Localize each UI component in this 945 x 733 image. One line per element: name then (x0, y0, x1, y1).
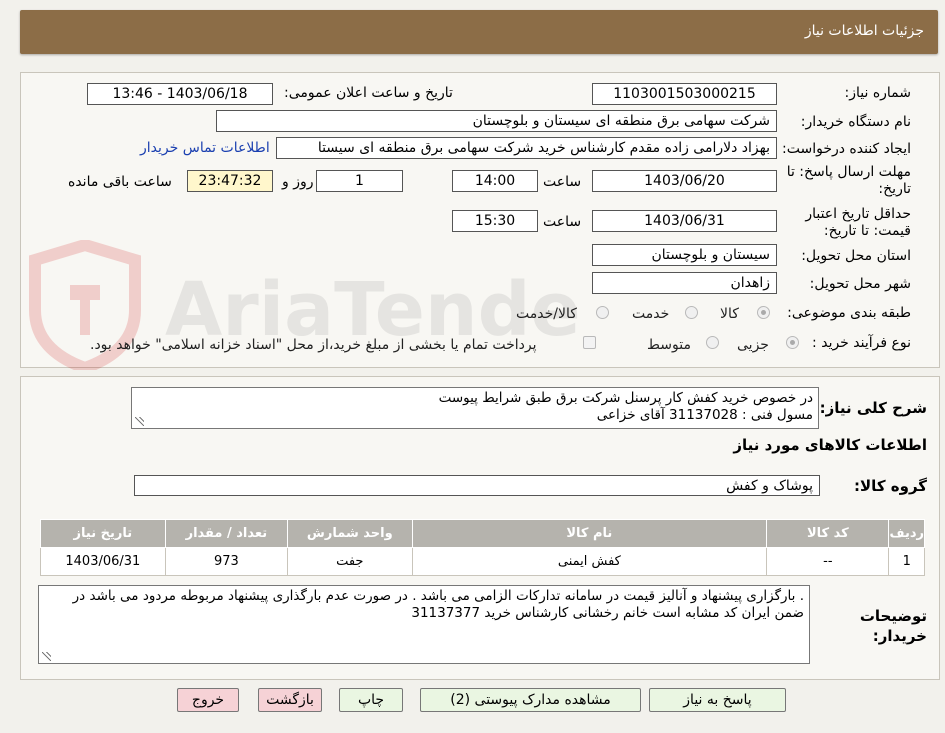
validity-time-field: 15:30 (452, 210, 538, 232)
table-row: 1 -- کفش ایمنی جفت 973 1403/06/31 (40, 547, 925, 576)
exit-button[interactable]: خروج (177, 688, 239, 712)
category-service-radio[interactable] (685, 306, 698, 319)
process-minor-label: جزیی (737, 337, 769, 353)
category-service-label: خدمت (632, 306, 670, 322)
cell-row: 1 (888, 547, 925, 576)
col-date: تاریخ نیاز (40, 519, 166, 548)
goods-section-title: اطلاعات کالاهای مورد نیاز (733, 436, 927, 454)
deadline-time-field: 14:00 (452, 170, 538, 192)
col-qty: تعداد / مقدار (164, 519, 289, 548)
back-button[interactable]: بازگشت (258, 688, 322, 712)
goods-table: ردیف کد کالا نام کالا واحد شمارش تعداد /… (40, 519, 925, 576)
watermark: AriaTender.neT (25, 238, 789, 375)
deadline-label: مهلت ارسال پاسخ: تا تاریخ: (786, 164, 911, 197)
buyer-notes-text: . بارگزاری پیشنهاد و آنالیز قیمت در ساما… (72, 588, 804, 621)
process-medium-radio[interactable] (706, 336, 719, 349)
resize-grip-icon[interactable] (42, 652, 51, 661)
validity-date-field: 1403/06/31 (592, 210, 777, 232)
process-medium-label: متوسط (647, 337, 691, 353)
view-attachments-button[interactable]: مشاهده مدارک پیوستی (2) (420, 688, 641, 712)
creator-field: بهزاد دلارامی زاده مقدم کارشناس خرید شرک… (276, 137, 777, 159)
buyer-contact-link[interactable]: اطلاعات تماس خریدار (140, 140, 270, 156)
category-label: طبقه بندی موضوعی: (787, 305, 911, 321)
reply-button[interactable]: پاسخ به نیاز (649, 688, 786, 712)
cell-code: -- (766, 547, 890, 576)
page-title: جزئیات اطلاعات نیاز (804, 23, 924, 39)
need-number-field: 1103001503000215 (592, 83, 777, 105)
deadline-time-label: ساعت (543, 174, 582, 190)
validity-time-label: ساعت (543, 214, 582, 230)
description-line-1: در خصوص خرید کفش کار پرسنل شرکت برق طبق … (438, 390, 813, 406)
goods-table-header: ردیف کد کالا نام کالا واحد شمارش تعداد /… (40, 519, 925, 548)
category-goods-label: کالا (720, 306, 739, 322)
creator-label: ایجاد کننده درخواست: (782, 141, 911, 157)
announce-label: تاریخ و ساعت اعلان عمومی: (284, 85, 453, 101)
validity-label: حداقل تاریخ اعتبار قیمت: تا تاریخ: (805, 206, 911, 239)
time-remaining-label: ساعت باقی مانده (68, 174, 172, 190)
buyer-notes-label: توضیحات خریدار: (859, 607, 927, 645)
cell-date: 1403/06/31 (40, 547, 166, 576)
province-field: سیستان و بلوچستان (592, 244, 777, 266)
col-code: کد کالا (766, 519, 890, 548)
description-line-2: مسول فنی : 31137028 آقای خزاعی (596, 407, 813, 423)
cell-name: کفش ایمنی (411, 547, 768, 576)
days-remaining-field: 1 (316, 170, 403, 192)
category-goods-service-label: کالا/خدمت (516, 306, 577, 322)
description-label: شرح کلی نیاز: (819, 399, 927, 417)
announce-datetime-field: 1403/06/18 - 13:46 (87, 83, 273, 105)
process-label: نوع فرآیند خرید : (812, 335, 911, 351)
goods-group-label: گروه کالا: (854, 477, 927, 495)
cell-unit: جفت (287, 547, 413, 576)
process-minor-radio[interactable] (786, 336, 799, 349)
print-button[interactable]: چاپ (339, 688, 403, 712)
description-textarea[interactable]: در خصوص خرید کفش کار پرسنل شرکت برق طبق … (131, 387, 819, 429)
buyer-notes-textarea[interactable]: . بارگزاری پیشنهاد و آنالیز قیمت در ساما… (38, 585, 810, 664)
time-remaining-field: 23:47:32 (187, 170, 273, 192)
goods-group-field: پوشاک و کفش (134, 475, 820, 496)
city-field: زاهدان (592, 272, 777, 294)
page-header: جزئیات اطلاعات نیاز (20, 10, 938, 54)
need-number-label: شماره نیاز: (844, 85, 912, 101)
buyer-org-field: شرکت سهامی برق منطقه ای سیستان و بلوچستا… (216, 110, 777, 132)
category-goods-service-radio[interactable] (596, 306, 609, 319)
col-row: ردیف (888, 519, 925, 548)
deadline-date-field: 1403/06/20 (592, 170, 777, 192)
city-label: شهر محل تحویل: (809, 276, 911, 292)
treasury-checkbox[interactable] (583, 336, 596, 349)
province-label: استان محل تحویل: (801, 248, 911, 264)
buyer-org-label: نام دستگاه خریدار: (800, 114, 911, 130)
resize-grip-icon[interactable] (135, 417, 144, 426)
col-unit: واحد شمارش (287, 519, 413, 548)
col-name: نام کالا (411, 519, 768, 548)
category-goods-radio[interactable] (757, 306, 770, 319)
days-label: روز و (282, 174, 314, 190)
cell-qty: 973 (164, 547, 289, 576)
treasury-note: پرداخت تمام یا بخشی از مبلغ خرید،از محل … (90, 337, 537, 353)
